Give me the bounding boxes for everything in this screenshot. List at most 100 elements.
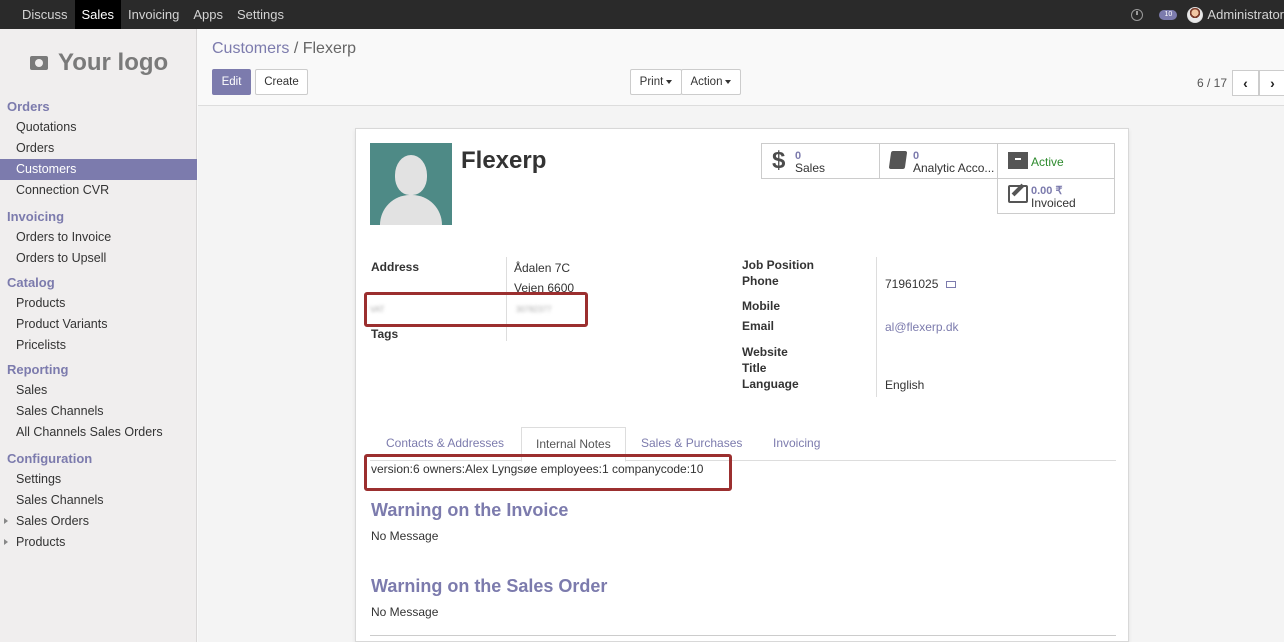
- sidebar-item-sales-orders-config[interactable]: Sales Orders: [0, 511, 197, 532]
- phone-label: Phone: [742, 274, 779, 288]
- caret-right-icon: [4, 518, 8, 524]
- sales-smart-button[interactable]: $ 0 Sales: [761, 143, 880, 179]
- sidebar-item-pricelists[interactable]: Pricelists: [0, 335, 197, 356]
- job-position-label: Job Position: [742, 258, 814, 272]
- breadcrumb-separator: /: [293, 40, 299, 57]
- archive-icon: [1008, 152, 1028, 169]
- caret-right-icon: [4, 539, 8, 545]
- company-logo[interactable]: Your logo: [30, 49, 168, 77]
- active-label: Active: [1031, 155, 1064, 169]
- create-button[interactable]: Create: [255, 69, 308, 95]
- email-link[interactable]: al@flexerp.dk: [885, 320, 959, 334]
- sidebar-item-label: Sales Orders: [16, 514, 89, 528]
- menu-discuss[interactable]: Discuss: [15, 0, 75, 29]
- action-dropdown[interactable]: Action: [681, 69, 741, 95]
- tab-invoicing[interactable]: Invoicing: [759, 427, 834, 461]
- sidebar-item-sales-channels-report[interactable]: Sales Channels: [0, 401, 197, 422]
- menu-sales[interactable]: Sales: [74, 0, 122, 29]
- systray: 10 Administrator: [1131, 0, 1284, 29]
- sidebar-item-product-variants[interactable]: Product Variants: [0, 314, 197, 335]
- analytic-label: Analytic Acco...: [913, 161, 995, 175]
- menu-settings[interactable]: Settings: [230, 0, 291, 29]
- breadcrumb-customers[interactable]: Customers: [212, 40, 289, 57]
- envelope-icon[interactable]: [946, 281, 957, 289]
- analytic-accounts-smart-button[interactable]: 0 Analytic Acco...: [879, 143, 998, 179]
- avatar-body-shape: [380, 195, 442, 225]
- sidebar-section-reporting: Reporting: [7, 362, 69, 377]
- sidebar-item-customers[interactable]: Customers: [0, 159, 197, 180]
- address-line1: Ådalen 7C: [514, 261, 571, 275]
- pager-previous-button[interactable]: ‹: [1232, 70, 1259, 96]
- chevron-right-icon: ›: [1270, 75, 1275, 91]
- redacted-value: 30782377: [516, 305, 552, 314]
- redaction-highlight-box: [364, 292, 588, 327]
- user-avatar[interactable]: [1187, 6, 1204, 23]
- sidebar-item-label: Products: [16, 535, 66, 549]
- edit-button[interactable]: Edit: [212, 69, 251, 95]
- breadcrumb: Customers / Flexerp: [212, 40, 356, 58]
- field-divider: [876, 257, 877, 397]
- action-label: Action: [690, 76, 723, 88]
- breadcrumb-current: Flexerp: [302, 40, 357, 57]
- pencil-square-icon: [1008, 185, 1028, 203]
- camera-icon: [30, 56, 48, 70]
- activity-clock-icon[interactable]: [1131, 8, 1144, 21]
- sidebar-item-all-channels-sales-orders[interactable]: All Channels Sales Orders: [0, 422, 197, 443]
- invoiced-label: Invoiced: [1031, 196, 1076, 210]
- sales-label: Sales: [795, 161, 826, 175]
- internal-notes-text: version:6 owners:Alex Lyngsøe employees:…: [371, 462, 704, 476]
- book-icon: [888, 151, 908, 169]
- menu-invoicing[interactable]: Invoicing: [121, 0, 186, 29]
- email-label: Email: [742, 319, 775, 333]
- form-sheet: Flexerp $ 0 Sales 0 Analytic Acco... Act…: [355, 128, 1129, 642]
- pager-next-button[interactable]: ›: [1259, 70, 1284, 96]
- caret-down-icon: [725, 79, 732, 84]
- partner-image[interactable]: [370, 143, 452, 225]
- print-dropdown[interactable]: Print: [630, 69, 682, 95]
- invoice-warning-message: No Message: [371, 529, 439, 543]
- app-menu: Discuss Sales Invoicing Apps Settings: [15, 0, 291, 29]
- language-label: Language: [742, 377, 799, 391]
- invoiced-smart-button[interactable]: 0.00 ₹ Invoiced: [997, 178, 1115, 214]
- sidebar-section-catalog: Catalog: [7, 275, 55, 290]
- chevron-left-icon: ‹: [1243, 75, 1248, 91]
- sidebar-item-orders-to-upsell[interactable]: Orders to Upsell: [0, 248, 197, 269]
- sidebar: Your logo Orders Quotations Orders Custo…: [0, 29, 197, 642]
- top-navbar: Discuss Sales Invoicing Apps Settings 10…: [0, 0, 1284, 29]
- language-value: English: [885, 378, 925, 392]
- website-label: Website: [742, 345, 788, 359]
- sidebar-item-products[interactable]: Products: [0, 293, 197, 314]
- sidebar-item-quotations[interactable]: Quotations: [0, 117, 197, 138]
- phone-value: 71961025: [885, 277, 957, 291]
- sidebar-item-sales-report[interactable]: Sales: [0, 380, 197, 401]
- menu-apps[interactable]: Apps: [186, 0, 230, 29]
- address-label: Address: [371, 260, 420, 274]
- partner-name: Flexerp: [461, 147, 547, 174]
- pager-value[interactable]: 6 / 17: [1197, 76, 1227, 90]
- section-divider: [370, 635, 1116, 636]
- sales-order-warning-message: No Message: [371, 605, 439, 619]
- sidebar-section-configuration: Configuration: [7, 451, 93, 466]
- print-label: Print: [639, 76, 664, 88]
- sidebar-item-settings[interactable]: Settings: [0, 469, 197, 490]
- mobile-label: Mobile: [742, 299, 780, 313]
- avatar-head-shape: [395, 155, 427, 195]
- sidebar-item-orders[interactable]: Orders: [0, 138, 197, 159]
- tags-label: Tags: [371, 327, 399, 341]
- redacted-label: VAT: [370, 305, 385, 314]
- sidebar-item-sales-channels-config[interactable]: Sales Channels: [0, 490, 197, 511]
- sidebar-item-products-config[interactable]: Products: [0, 532, 197, 553]
- chat-count-badge: 10: [1159, 9, 1178, 20]
- phone-number: 71961025: [885, 277, 939, 291]
- invoice-warning-title: Warning on the Invoice: [371, 500, 569, 520]
- sidebar-section-invoicing: Invoicing: [7, 209, 65, 224]
- title-label: Title: [742, 361, 767, 375]
- sidebar-item-orders-to-invoice[interactable]: Orders to Invoice: [0, 227, 197, 248]
- sales-order-warning-title: Warning on the Sales Order: [371, 576, 608, 596]
- user-menu[interactable]: Administrator: [1207, 7, 1284, 22]
- sidebar-section-orders: Orders: [7, 99, 50, 114]
- active-toggle-button[interactable]: Active: [997, 143, 1115, 179]
- messaging-icon[interactable]: 10: [1159, 9, 1178, 21]
- sidebar-nav: Orders Quotations Orders Customers Conne…: [0, 96, 197, 553]
- sidebar-item-connection-cvr[interactable]: Connection CVR: [0, 180, 197, 201]
